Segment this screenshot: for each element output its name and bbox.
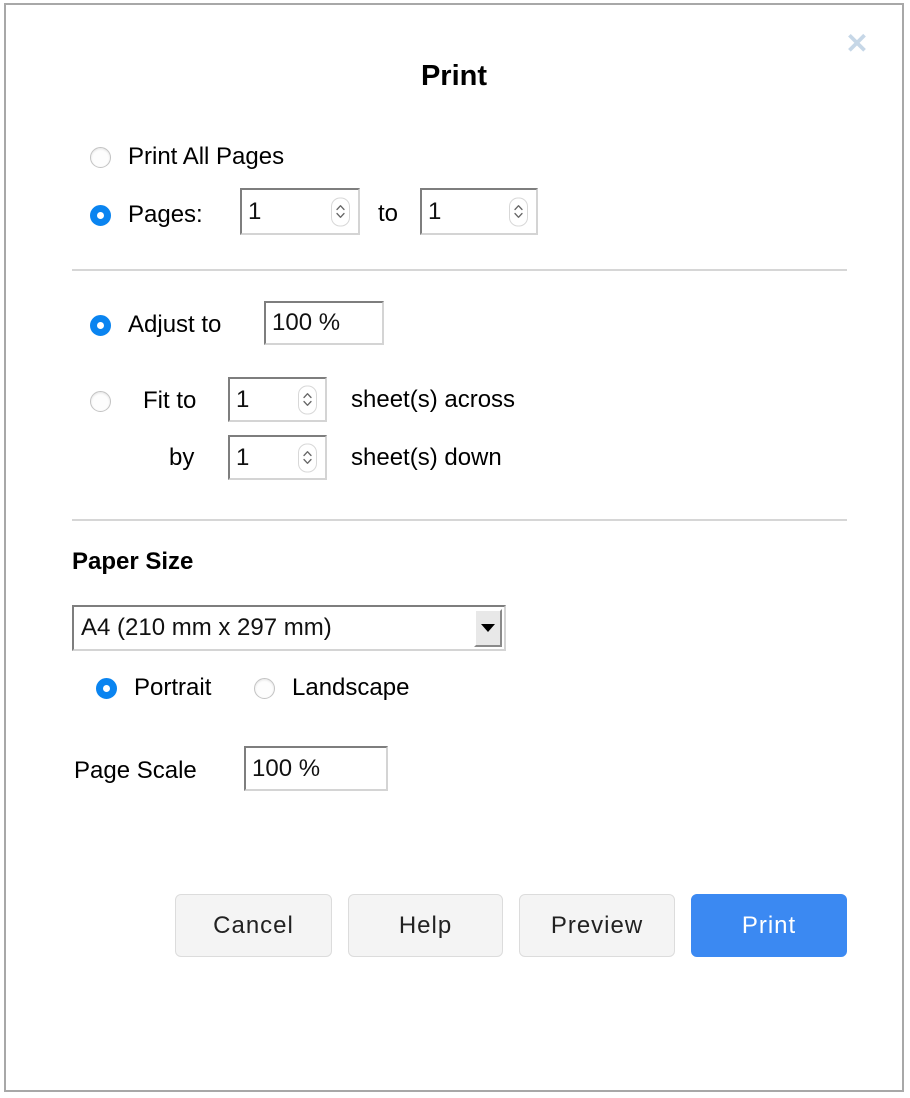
radio-fit-to[interactable]	[90, 391, 111, 412]
pages-to-value: 1	[422, 200, 441, 224]
label-landscape: Landscape	[292, 674, 409, 702]
radio-row-fit-to[interactable]: Fit to	[90, 387, 196, 415]
radio-print-all-pages[interactable]	[90, 147, 111, 168]
pages-from-value: 1	[242, 200, 261, 224]
label-pages: Pages:	[128, 201, 203, 229]
label-print-all-pages: Print All Pages	[128, 143, 284, 171]
adjust-to-input[interactable]: 100 %	[264, 301, 384, 345]
preview-button[interactable]: Preview	[519, 894, 675, 957]
adjust-to-value: 100 %	[266, 311, 340, 335]
radio-row-print-all-pages[interactable]: Print All Pages	[90, 143, 284, 171]
separator-top	[72, 269, 847, 271]
fit-across-stepper[interactable]	[298, 385, 317, 414]
pages-to-stepper[interactable]	[509, 197, 528, 226]
radio-row-pages[interactable]: Pages:	[90, 201, 203, 229]
close-icon[interactable]: ✕	[842, 29, 872, 59]
page-scale-value: 100 %	[246, 757, 320, 781]
radio-row-portrait[interactable]: Portrait	[96, 674, 211, 702]
stepper-chevrons-icon	[302, 449, 313, 467]
label-page-scale: Page Scale	[74, 757, 197, 785]
label-fit-to: Fit to	[143, 387, 196, 415]
radio-portrait[interactable]	[96, 678, 117, 699]
page-scale-input[interactable]: 100 %	[244, 746, 388, 791]
radio-landscape[interactable]	[254, 678, 275, 699]
help-button-label: Help	[399, 912, 452, 940]
fit-across-input[interactable]: 1	[228, 377, 327, 422]
paper-size-heading: Paper Size	[72, 548, 193, 576]
label-portrait: Portrait	[134, 674, 211, 702]
print-button[interactable]: Print	[691, 894, 847, 957]
pages-to-input[interactable]: 1	[420, 188, 538, 235]
separator-bottom	[72, 519, 847, 521]
cancel-button[interactable]: Cancel	[175, 894, 332, 957]
stepper-chevrons-icon	[302, 391, 313, 409]
radio-row-landscape[interactable]: Landscape	[254, 674, 409, 702]
chevron-down-icon[interactable]	[474, 609, 502, 647]
label-sheets-across: sheet(s) across	[351, 386, 515, 414]
pages-from-stepper[interactable]	[331, 197, 350, 226]
fit-down-stepper[interactable]	[298, 443, 317, 472]
radio-row-adjust-to[interactable]: Adjust to	[90, 311, 221, 339]
dialog-title: Print	[6, 60, 902, 93]
print-button-label: Print	[742, 912, 796, 940]
radio-adjust-to[interactable]	[90, 315, 111, 336]
fit-down-value: 1	[230, 446, 249, 470]
label-pages-to: to	[378, 200, 398, 228]
preview-button-label: Preview	[551, 912, 643, 940]
help-button[interactable]: Help	[348, 894, 503, 957]
radio-pages[interactable]	[90, 205, 111, 226]
label-by: by	[169, 444, 194, 472]
label-adjust-to: Adjust to	[128, 311, 221, 339]
stepper-chevrons-icon	[513, 203, 524, 221]
print-dialog: ✕ Print Print All Pages Pages: 1 to 1	[4, 3, 904, 1092]
paper-size-value: A4 (210 mm x 297 mm)	[74, 614, 332, 642]
stepper-chevrons-icon	[335, 203, 346, 221]
fit-across-value: 1	[230, 388, 249, 412]
paper-size-select[interactable]: A4 (210 mm x 297 mm)	[72, 605, 506, 651]
pages-from-input[interactable]: 1	[240, 188, 360, 235]
label-sheets-down: sheet(s) down	[351, 444, 502, 472]
cancel-button-label: Cancel	[213, 912, 294, 940]
fit-down-input[interactable]: 1	[228, 435, 327, 480]
